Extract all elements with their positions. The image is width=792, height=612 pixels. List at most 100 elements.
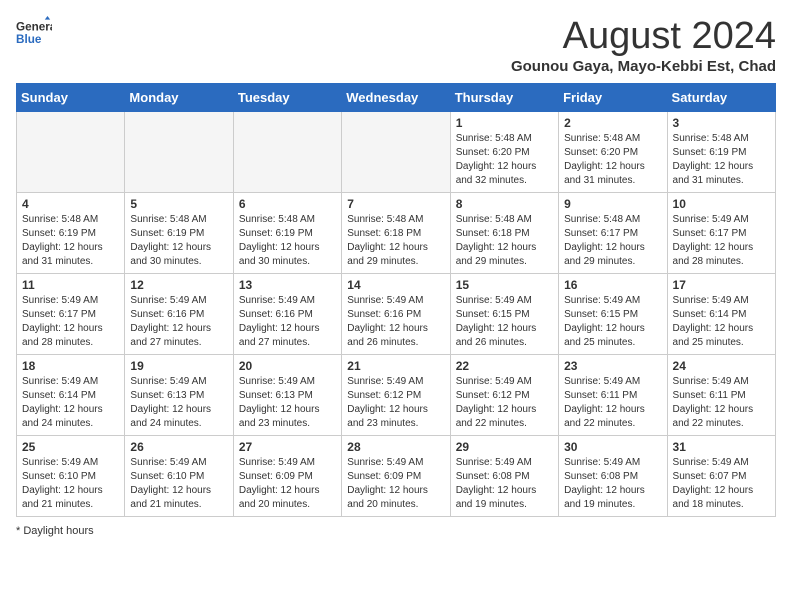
day-info: Sunrise: 5:49 AM Sunset: 6:10 PM Dayligh… <box>22 456 119 512</box>
day-cell: 20Sunrise: 5:49 AM Sunset: 6:13 PM Dayli… <box>233 354 341 435</box>
day-cell: 22Sunrise: 5:49 AM Sunset: 6:12 PM Dayli… <box>450 354 558 435</box>
day-cell: 6 Sunrise: 5:48 AM Sunset: 6:19 PM Daylig… <box>233 192 341 273</box>
calendar-title: August 2024 <box>511 16 776 58</box>
week-row-4: 18 Sunrise: 5:49 AM Sunset: 6:14 PM Dayli… <box>17 354 776 435</box>
day-cell: 9 Sunrise: 5:48 AM Sunset: 6:17 PM Daylig… <box>559 192 667 273</box>
day-number: 6 <box>239 197 336 211</box>
day-info: Sunrise: 5:49 AM Sunset: 6:08 PM Dayligh… <box>456 456 553 512</box>
day-info: Sunrise: 5:48 AM Sunset: 6:18 PM Dayligh… <box>456 213 553 269</box>
column-header-monday: Monday <box>125 83 233 111</box>
calendar-subtitle: Gounou Gaya, Mayo-Kebbi Est, Chad <box>511 58 776 75</box>
calendar-table: SundayMondayTuesdayWednesdayThursdayFrid… <box>16 83 776 517</box>
day-number: 10 <box>673 197 770 211</box>
day-info: Sunrise: 5:48 AM Sunset: 6:17 PM Dayligh… <box>564 213 661 269</box>
title-block: August 2024 Gounou Gaya, Mayo-Kebbi Est,… <box>511 16 776 75</box>
day-cell: 13Sunrise: 5:49 AM Sunset: 6:16 PM Dayli… <box>233 273 341 354</box>
header-row: SundayMondayTuesdayWednesdayThursdayFrid… <box>17 83 776 111</box>
day-info: Sunrise: 5:49 AM Sunset: 6:16 PM Dayligh… <box>130 294 227 350</box>
day-cell: 24 Sunrise: 5:49 AM Sunset: 6:11 PM Dayli… <box>667 354 775 435</box>
day-info: Sunrise: 5:49 AM Sunset: 6:15 PM Dayligh… <box>564 294 661 350</box>
day-info: Sunrise: 5:48 AM Sunset: 6:19 PM Dayligh… <box>673 132 770 188</box>
footer-text: Daylight hours <box>23 525 93 537</box>
day-number: 14 <box>347 278 444 292</box>
column-header-saturday: Saturday <box>667 83 775 111</box>
column-header-thursday: Thursday <box>450 83 558 111</box>
column-header-sunday: Sunday <box>17 83 125 111</box>
day-cell: 8Sunrise: 5:48 AM Sunset: 6:18 PM Daylig… <box>450 192 558 273</box>
day-cell: 26Sunrise: 5:49 AM Sunset: 6:10 PM Dayli… <box>125 435 233 516</box>
day-cell: 10 Sunrise: 5:49 AM Sunset: 6:17 PM Dayli… <box>667 192 775 273</box>
day-number: 23 <box>564 359 661 373</box>
day-number: 11 <box>22 278 119 292</box>
day-number: 18 <box>22 359 119 373</box>
day-cell: 27 Sunrise: 5:49 AM Sunset: 6:09 PM Dayli… <box>233 435 341 516</box>
day-info: Sunrise: 5:49 AM Sunset: 6:09 PM Dayligh… <box>239 456 336 512</box>
day-cell: 3 Sunrise: 5:48 AM Sunset: 6:19 PM Daylig… <box>667 111 775 192</box>
day-number: 25 <box>22 440 119 454</box>
column-header-tuesday: Tuesday <box>233 83 341 111</box>
day-info: Sunrise: 5:48 AM Sunset: 6:20 PM Dayligh… <box>456 132 553 188</box>
svg-text:Blue: Blue <box>16 33 42 46</box>
day-number: 29 <box>456 440 553 454</box>
day-cell: 12Sunrise: 5:49 AM Sunset: 6:16 PM Dayli… <box>125 273 233 354</box>
day-cell: 16 Sunrise: 5:49 AM Sunset: 6:15 PM Dayli… <box>559 273 667 354</box>
day-cell: 4 Sunrise: 5:48 AM Sunset: 6:19 PM Daylig… <box>17 192 125 273</box>
svg-text:General: General <box>16 20 52 33</box>
column-header-wednesday: Wednesday <box>342 83 450 111</box>
day-number: 24 <box>673 359 770 373</box>
day-number: 1 <box>456 116 553 130</box>
day-info: Sunrise: 5:49 AM Sunset: 6:14 PM Dayligh… <box>22 375 119 431</box>
day-number: 27 <box>239 440 336 454</box>
day-cell <box>342 111 450 192</box>
day-cell: 30Sunrise: 5:49 AM Sunset: 6:08 PM Dayli… <box>559 435 667 516</box>
day-info: Sunrise: 5:49 AM Sunset: 6:11 PM Dayligh… <box>673 375 770 431</box>
day-cell: 19 Sunrise: 5:49 AM Sunset: 6:13 PM Dayli… <box>125 354 233 435</box>
day-cell: 31Sunrise: 5:49 AM Sunset: 6:07 PM Dayli… <box>667 435 775 516</box>
day-info: Sunrise: 5:49 AM Sunset: 6:13 PM Dayligh… <box>130 375 227 431</box>
day-number: 4 <box>22 197 119 211</box>
day-cell: 5Sunrise: 5:48 AM Sunset: 6:19 PM Daylig… <box>125 192 233 273</box>
day-info: Sunrise: 5:48 AM Sunset: 6:19 PM Dayligh… <box>22 213 119 269</box>
day-info: Sunrise: 5:49 AM Sunset: 6:17 PM Dayligh… <box>673 213 770 269</box>
day-number: 9 <box>564 197 661 211</box>
footer-note: * Daylight hours <box>16 525 776 537</box>
day-info: Sunrise: 5:49 AM Sunset: 6:13 PM Dayligh… <box>239 375 336 431</box>
day-number: 2 <box>564 116 661 130</box>
day-number: 16 <box>564 278 661 292</box>
day-number: 15 <box>456 278 553 292</box>
day-cell: 18 Sunrise: 5:49 AM Sunset: 6:14 PM Dayli… <box>17 354 125 435</box>
header: General Blue August 2024 Gounou Gaya, Ma… <box>16 16 776 75</box>
day-info: Sunrise: 5:49 AM Sunset: 6:09 PM Dayligh… <box>347 456 444 512</box>
day-number: 26 <box>130 440 227 454</box>
day-number: 28 <box>347 440 444 454</box>
day-cell: 7Sunrise: 5:48 AM Sunset: 6:18 PM Daylig… <box>342 192 450 273</box>
day-info: Sunrise: 5:49 AM Sunset: 6:07 PM Dayligh… <box>673 456 770 512</box>
week-row-2: 4 Sunrise: 5:48 AM Sunset: 6:19 PM Daylig… <box>17 192 776 273</box>
logo-icon: General Blue <box>16 16 52 52</box>
day-info: Sunrise: 5:49 AM Sunset: 6:12 PM Dayligh… <box>347 375 444 431</box>
day-info: Sunrise: 5:49 AM Sunset: 6:12 PM Dayligh… <box>456 375 553 431</box>
day-cell: 14Sunrise: 5:49 AM Sunset: 6:16 PM Dayli… <box>342 273 450 354</box>
day-cell: 25 Sunrise: 5:49 AM Sunset: 6:10 PM Dayli… <box>17 435 125 516</box>
day-info: Sunrise: 5:48 AM Sunset: 6:19 PM Dayligh… <box>130 213 227 269</box>
day-cell: 29 Sunrise: 5:49 AM Sunset: 6:08 PM Dayli… <box>450 435 558 516</box>
day-cell <box>125 111 233 192</box>
day-number: 19 <box>130 359 227 373</box>
week-row-5: 25 Sunrise: 5:49 AM Sunset: 6:10 PM Dayli… <box>17 435 776 516</box>
day-info: Sunrise: 5:48 AM Sunset: 6:19 PM Dayligh… <box>239 213 336 269</box>
day-cell: 17Sunrise: 5:49 AM Sunset: 6:14 PM Dayli… <box>667 273 775 354</box>
day-cell <box>17 111 125 192</box>
day-number: 13 <box>239 278 336 292</box>
column-header-friday: Friday <box>559 83 667 111</box>
day-cell: 28 Sunrise: 5:49 AM Sunset: 6:09 PM Dayli… <box>342 435 450 516</box>
day-number: 3 <box>673 116 770 130</box>
day-number: 7 <box>347 197 444 211</box>
day-cell: 23 Sunrise: 5:49 AM Sunset: 6:11 PM Dayli… <box>559 354 667 435</box>
day-cell: 21 Sunrise: 5:49 AM Sunset: 6:12 PM Dayli… <box>342 354 450 435</box>
day-cell: 1 Sunrise: 5:48 AM Sunset: 6:20 PM Daylig… <box>450 111 558 192</box>
day-cell <box>233 111 341 192</box>
day-info: Sunrise: 5:49 AM Sunset: 6:11 PM Dayligh… <box>564 375 661 431</box>
day-info: Sunrise: 5:49 AM Sunset: 6:17 PM Dayligh… <box>22 294 119 350</box>
day-cell: 15Sunrise: 5:49 AM Sunset: 6:15 PM Dayli… <box>450 273 558 354</box>
day-number: 21 <box>347 359 444 373</box>
